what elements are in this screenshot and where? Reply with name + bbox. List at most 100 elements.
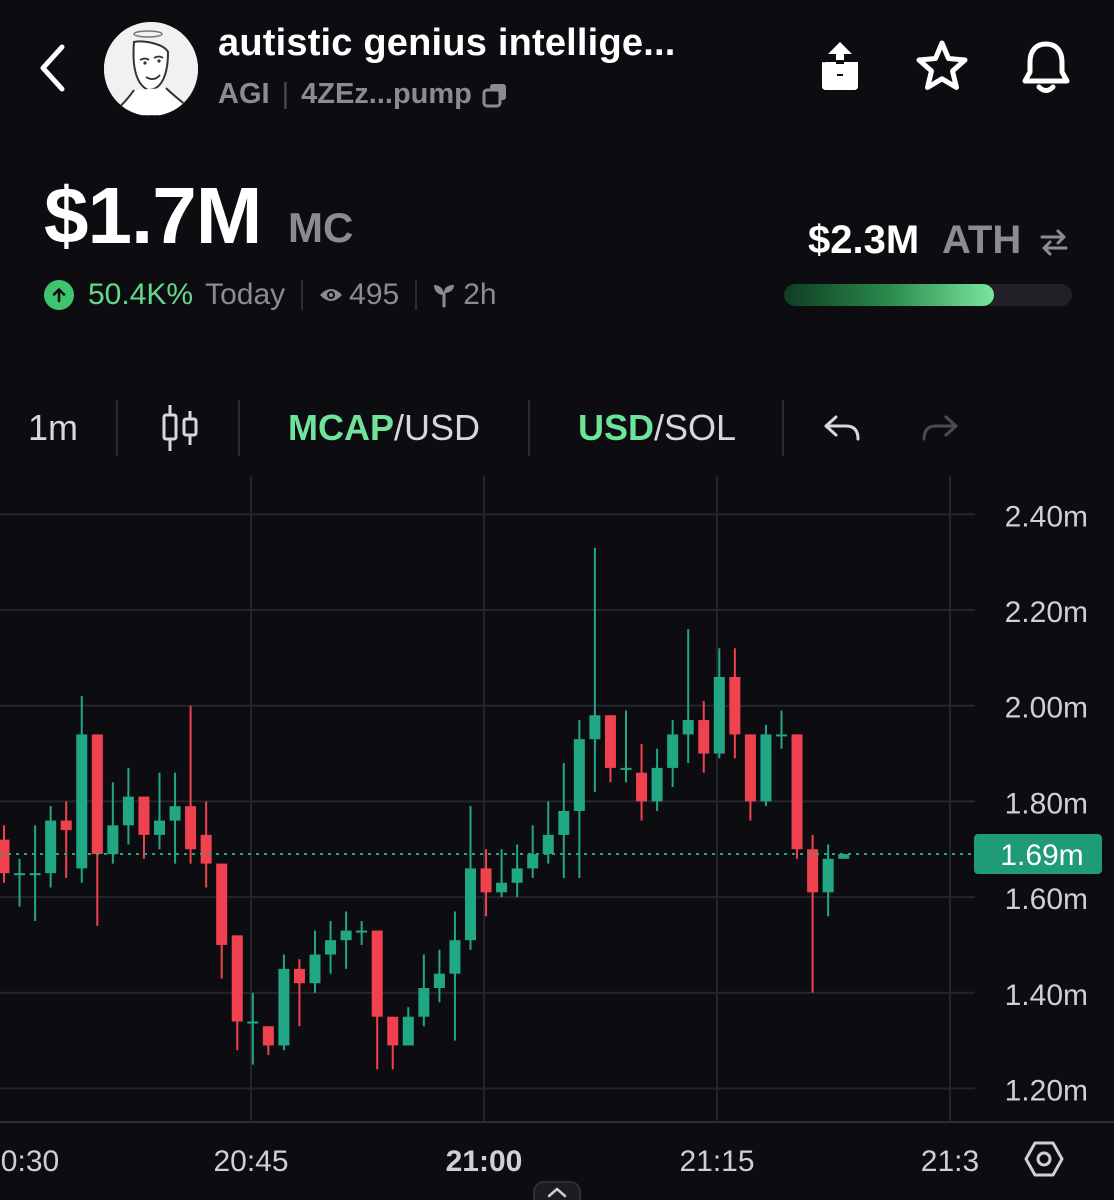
undo-icon (824, 415, 860, 441)
candle-body (744, 734, 756, 802)
candle-body (14, 873, 26, 876)
share-button[interactable] (812, 36, 868, 96)
y-tick-label: 1.40m (1005, 979, 1088, 1012)
ath-value: $2.3M (808, 218, 920, 262)
ath-label: ATH (942, 218, 1022, 262)
y-tick-label: 1.20m (1005, 1075, 1088, 1108)
usd-label: USD (578, 407, 655, 448)
candle-body (278, 968, 290, 1046)
current-price-label: 1.69m (1000, 839, 1083, 872)
market-cap-label: MC (288, 204, 354, 251)
price-chart[interactable]: 2.40m 2.20m 2.00m 1.80m 1.60m 1.40m 1.20m 0:30 2… (0, 476, 1114, 1200)
swap-toggle-button[interactable] (1034, 222, 1074, 262)
divider (301, 280, 304, 310)
stats-row: 50.4K% Today 495 2h (44, 278, 497, 312)
candle-body (371, 930, 383, 1017)
candle-body (620, 767, 632, 770)
divider (528, 400, 530, 456)
copy-icon[interactable] (482, 82, 508, 108)
candle-body (107, 825, 119, 855)
token-name: autistic genius intellige... (218, 22, 676, 64)
swap-icon (1040, 229, 1068, 256)
candle-body (231, 935, 243, 1022)
candle-body (138, 796, 150, 835)
ath-progress-bar (784, 284, 1072, 306)
redo-button[interactable] (920, 396, 960, 460)
mcap-suffix: /USD (394, 407, 481, 448)
candle-body (573, 739, 585, 811)
candle-body (527, 854, 539, 869)
candle-body (776, 734, 787, 737)
arrow-up-icon (44, 280, 74, 310)
candle-body (807, 849, 819, 893)
price-change-period: Today (205, 278, 286, 311)
candlestick-icon (162, 405, 198, 451)
candle-body (480, 868, 492, 893)
candle-body (185, 806, 197, 850)
mcap-usd-toggle[interactable]: MCAP/USD (288, 396, 480, 460)
share-icon (822, 42, 858, 90)
token-age-value: 2h (463, 278, 497, 311)
divider (238, 400, 240, 456)
undo-button[interactable] (822, 396, 862, 460)
drawer-handle[interactable] (533, 1181, 581, 1200)
candle-body (791, 734, 803, 850)
candle-body (340, 930, 352, 941)
alert-button[interactable] (1018, 36, 1074, 98)
candle-body (651, 767, 663, 802)
candle-body (402, 1016, 414, 1046)
price-change-value: 50.4K% (88, 278, 194, 311)
drawer-handle-bg (533, 1181, 581, 1200)
candle-body (729, 676, 741, 735)
candle-body (0, 839, 10, 874)
favorite-button[interactable] (912, 36, 972, 96)
y-tick-label: 2.00m (1005, 692, 1088, 725)
chart-grid (0, 476, 1114, 1123)
mcap-label: MCAP (288, 407, 394, 448)
candle-body (325, 940, 337, 955)
bell-icon (1022, 41, 1070, 93)
y-tick-label: 2.20m (1005, 596, 1088, 629)
candle-body (433, 973, 445, 989)
chart-settings-icon[interactable] (1024, 1141, 1064, 1177)
y-tick-label: 1.80m (1005, 787, 1088, 820)
candle-body (589, 715, 601, 740)
star-icon (916, 40, 968, 90)
candle-body (465, 868, 476, 941)
candle-body (216, 863, 228, 945)
candle-body (713, 676, 725, 754)
candle-body (636, 772, 648, 802)
candle-body (356, 930, 368, 933)
candle-body (45, 820, 57, 874)
chart-type-button[interactable] (160, 396, 200, 460)
candle-body (604, 715, 616, 768)
interval-selector[interactable]: 1m (28, 396, 78, 460)
x-tick-label: 21:3 (921, 1145, 979, 1178)
back-button[interactable] (30, 38, 74, 98)
candle-body (760, 734, 772, 802)
usd-sol-toggle[interactable]: USD/SOL (578, 396, 736, 460)
token-avatar (104, 22, 198, 116)
candles (0, 547, 850, 1070)
x-tick-label: 20:45 (213, 1145, 288, 1178)
candle-body (154, 820, 165, 835)
candle-body (698, 720, 710, 754)
candle-body (682, 720, 694, 735)
y-tick-label: 1.60m (1005, 883, 1088, 916)
x-tick-label: 21:15 (679, 1145, 754, 1178)
token-subtitle: AGI | 4ZEz...pump (218, 78, 508, 111)
back-icon (40, 44, 65, 92)
watchers-count: 495 (319, 278, 399, 312)
candle-body (418, 988, 430, 1017)
hexagon-shape (1024, 1141, 1064, 1177)
divider: | (281, 78, 290, 110)
candle-body (91, 734, 103, 855)
y-tick-label: 2.40m (1005, 500, 1088, 533)
divider (116, 400, 118, 456)
eye-icon (320, 289, 343, 301)
token-address[interactable]: 4ZEz...pump (301, 78, 472, 111)
divider (782, 400, 784, 456)
hexagon-center (1036, 1151, 1052, 1167)
x-tick-label: 21:00 (446, 1145, 523, 1178)
token-age: 2h (433, 278, 497, 312)
